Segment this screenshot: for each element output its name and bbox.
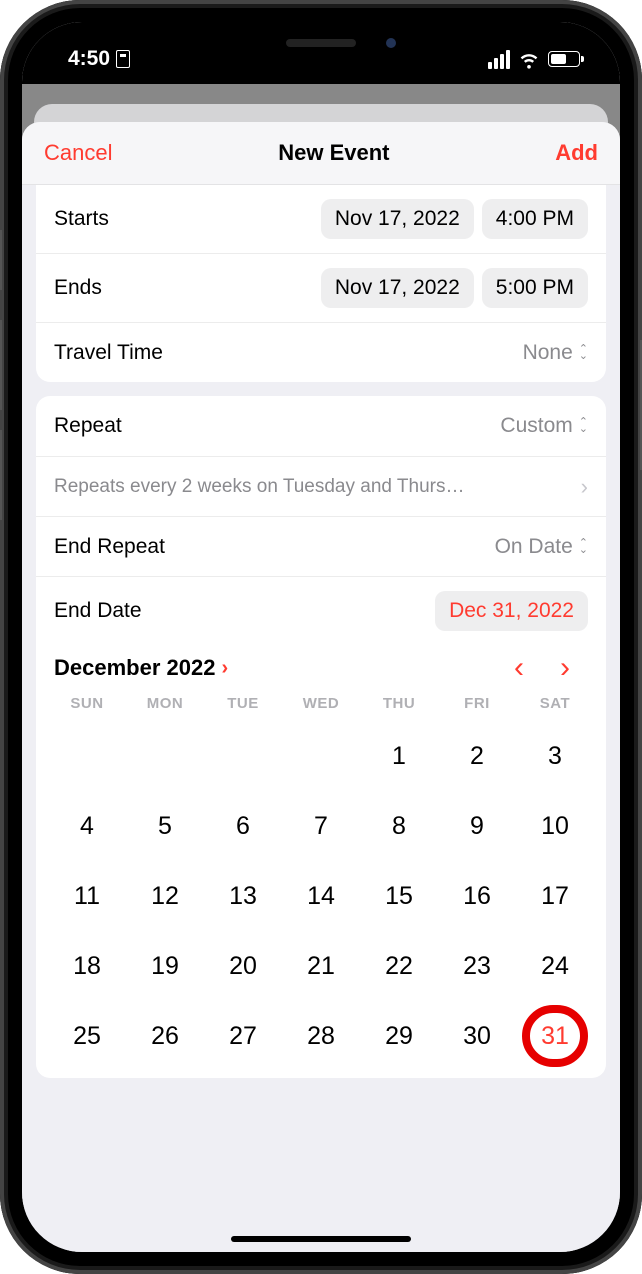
new-event-sheet: Cancel New Event Add Starts Nov 17, 2022…: [22, 122, 620, 1252]
prev-month-button[interactable]: ‹: [496, 651, 542, 685]
weekday-label: SUN: [48, 695, 126, 712]
camera-dot: [386, 38, 396, 48]
day-cell-empty: [48, 732, 126, 780]
repeat-value: Custom: [500, 414, 572, 438]
end-date-label: End Date: [54, 599, 142, 623]
nav-bar: Cancel New Event Add: [22, 122, 620, 185]
day-cell[interactable]: 13: [204, 872, 282, 920]
day-cell[interactable]: 23: [438, 942, 516, 990]
day-cell[interactable]: 15: [360, 872, 438, 920]
day-cell[interactable]: 31: [516, 1012, 594, 1060]
day-cell[interactable]: 5: [126, 802, 204, 850]
day-cell[interactable]: 14: [282, 872, 360, 920]
day-cell[interactable]: 19: [126, 942, 204, 990]
repeat-summary-row[interactable]: Repeats every 2 weeks on Tuesday and Thu…: [36, 456, 606, 516]
ends-date-picker[interactable]: Nov 17, 2022: [321, 268, 474, 308]
day-cell[interactable]: 1: [360, 732, 438, 780]
side-button: [0, 320, 2, 410]
next-month-button[interactable]: ›: [542, 651, 588, 685]
day-cell[interactable]: 25: [48, 1012, 126, 1060]
end-repeat-label: End Repeat: [54, 535, 165, 559]
add-button[interactable]: Add: [555, 140, 598, 166]
weekday-label: MON: [126, 695, 204, 712]
travel-time-label: Travel Time: [54, 341, 163, 365]
day-cell[interactable]: 28: [282, 1012, 360, 1060]
travel-time-row[interactable]: Travel Time None ⌃⌄: [36, 322, 606, 382]
day-cell[interactable]: 2: [438, 732, 516, 780]
sheet-title: New Event: [278, 140, 389, 166]
day-cell[interactable]: 29: [360, 1012, 438, 1060]
day-cell-empty: [126, 732, 204, 780]
battery-icon: [548, 51, 580, 67]
weekday-label: THU: [360, 695, 438, 712]
weekday-label: TUE: [204, 695, 282, 712]
ends-row: Ends Nov 17, 2022 5:00 PM: [36, 253, 606, 322]
side-button: [0, 230, 2, 290]
end-date-value[interactable]: Dec 31, 2022: [435, 591, 588, 631]
day-cell[interactable]: 17: [516, 872, 594, 920]
day-cell[interactable]: 7: [282, 802, 360, 850]
end-repeat-value: On Date: [495, 535, 573, 559]
phone-frame: 4:50 Cancel New Event Add: [0, 0, 642, 1274]
day-cell[interactable]: 20: [204, 942, 282, 990]
day-cell[interactable]: 27: [204, 1012, 282, 1060]
time-group: Starts Nov 17, 2022 4:00 PM Ends Nov 17,…: [36, 185, 606, 382]
orientation-lock-icon: [116, 50, 130, 68]
day-cell[interactable]: 21: [282, 942, 360, 990]
repeat-label: Repeat: [54, 414, 122, 438]
day-cell[interactable]: 24: [516, 942, 594, 990]
cancel-button[interactable]: Cancel: [44, 140, 112, 166]
starts-label: Starts: [54, 207, 109, 231]
day-cell[interactable]: 8: [360, 802, 438, 850]
weekday-label: SAT: [516, 695, 594, 712]
chevron-right-icon: ›: [221, 657, 228, 680]
day-cell[interactable]: 9: [438, 802, 516, 850]
day-cell[interactable]: 30: [438, 1012, 516, 1060]
day-cell[interactable]: 3: [516, 732, 594, 780]
updown-icon: ⌃⌄: [579, 346, 588, 360]
day-cell[interactable]: 4: [48, 802, 126, 850]
repeat-group: Repeat Custom ⌃⌄ Repeats every 2 weeks o…: [36, 396, 606, 1078]
ends-label: Ends: [54, 276, 102, 300]
updown-icon: ⌃⌄: [579, 419, 588, 433]
day-cell[interactable]: 16: [438, 872, 516, 920]
home-indicator[interactable]: [231, 1236, 411, 1242]
day-cell-empty: [204, 732, 282, 780]
chevron-right-icon: ›: [581, 474, 588, 500]
ends-time-picker[interactable]: 5:00 PM: [482, 268, 588, 308]
day-cell[interactable]: 26: [126, 1012, 204, 1060]
day-cell[interactable]: 18: [48, 942, 126, 990]
wifi-icon: [518, 48, 540, 70]
repeat-summary: Repeats every 2 weeks on Tuesday and Thu…: [54, 476, 465, 498]
side-button: [0, 430, 2, 520]
notch: [176, 22, 466, 64]
cell-signal-icon: [488, 50, 510, 69]
day-cell[interactable]: 6: [204, 802, 282, 850]
starts-time-picker[interactable]: 4:00 PM: [482, 199, 588, 239]
calendar-header: December 2022 › ‹ ›: [36, 645, 606, 695]
annotation-highlight: [522, 1005, 588, 1067]
day-cell[interactable]: 12: [126, 872, 204, 920]
month-label[interactable]: December 2022: [54, 655, 215, 681]
starts-row: Starts Nov 17, 2022 4:00 PM: [36, 185, 606, 253]
starts-date-picker[interactable]: Nov 17, 2022: [321, 199, 474, 239]
repeat-row[interactable]: Repeat Custom ⌃⌄: [36, 396, 606, 456]
updown-icon: ⌃⌄: [579, 540, 588, 554]
day-cell[interactable]: 22: [360, 942, 438, 990]
day-cell[interactable]: 10: [516, 802, 594, 850]
weekday-label: FRI: [438, 695, 516, 712]
status-time: 4:50: [68, 47, 110, 71]
end-date-row[interactable]: End Date Dec 31, 2022: [36, 576, 606, 645]
weekday-label: WED: [282, 695, 360, 712]
travel-time-value: None: [523, 341, 573, 365]
weekday-header: SUNMONTUEWEDTHUFRISAT: [36, 695, 606, 720]
day-cell-empty: [282, 732, 360, 780]
calendar-grid: 1234567891011121314151617181920212223242…: [36, 720, 606, 1078]
end-repeat-row[interactable]: End Repeat On Date ⌃⌄: [36, 516, 606, 576]
day-cell[interactable]: 11: [48, 872, 126, 920]
